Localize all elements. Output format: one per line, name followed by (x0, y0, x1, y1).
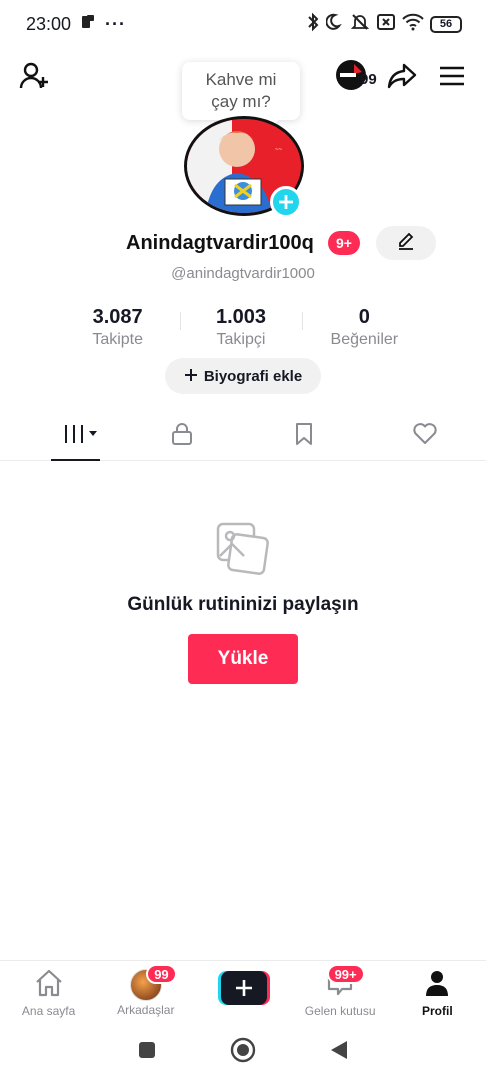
upload-button[interactable]: Yükle (188, 634, 298, 684)
svg-text:~~: ~~ (275, 147, 283, 153)
system-nav-bar (0, 1024, 486, 1080)
stat-value: 0 (358, 306, 370, 328)
add-bio-label: Biyografi ekle (203, 367, 303, 385)
wifi-icon (402, 13, 424, 36)
inbox-badge: 99+ (326, 964, 365, 984)
profile-handle: @anindagtvardir1000 (171, 265, 315, 282)
moon-icon (325, 13, 344, 36)
stat-divider (302, 312, 303, 330)
tab-private[interactable] (122, 413, 244, 460)
friends-badge: 99 (146, 964, 177, 984)
nav-home[interactable]: Ana sayfa (0, 961, 97, 1022)
notification-icon (81, 14, 95, 35)
empty-state-title: Günlük rutininizi paylaşın (127, 594, 359, 615)
stat-label: Beğeniler (330, 331, 399, 348)
mute-icon (350, 12, 370, 37)
tooltip-line-1: Kahve mi (205, 70, 277, 89)
stat-followers[interactable]: 1.003 Takipçi (179, 306, 302, 349)
profile-stats: 3.087 Takipte 1.003 Takipçi 0 Beğeniler (56, 306, 426, 349)
nav-home-label: Ana sayfa (21, 1004, 76, 1018)
profile-username: Anindagtvardir100q (126, 232, 314, 254)
share-icon[interactable] (386, 60, 418, 92)
plus-icon (184, 365, 198, 388)
nav-profile[interactable]: Profil (389, 961, 486, 1022)
pencil-icon (397, 232, 415, 255)
home-button[interactable] (230, 1037, 256, 1068)
tab-videos[interactable] (0, 413, 122, 461)
content-tabs (0, 413, 486, 461)
nav-inbox[interactable]: 99+ Gelen kutusu (292, 961, 389, 1022)
lock-icon (171, 422, 193, 451)
stat-divider (180, 312, 181, 330)
stat-label: Takipte (92, 331, 144, 348)
stat-following[interactable]: 3.087 Takipte (56, 306, 179, 349)
status-time: 23:00 (26, 13, 72, 34)
status-bar: 23:00 ··· 56 (0, 0, 486, 48)
stat-label: Takipçi (216, 331, 266, 348)
stat-value: 1.003 (215, 306, 267, 328)
tooltip-line-2: çay mı? (211, 92, 271, 111)
streak-widget[interactable]: 99 (336, 58, 380, 92)
nav-inbox-label: Gelen kutusu (304, 1004, 376, 1018)
tab-liked[interactable] (365, 413, 486, 460)
bottom-nav: Ana sayfa 99 Arkadaşlar 99+ Gelen kutusu… (0, 960, 486, 1022)
streak-count: 99 (360, 71, 377, 88)
edit-profile-button[interactable] (376, 226, 436, 260)
overflow-dots: ··· (105, 13, 127, 34)
battery-indicator: 56 (430, 15, 462, 33)
sim-off-icon (376, 13, 396, 36)
home-icon (34, 969, 64, 1002)
heart-icon (412, 422, 438, 451)
profile-icon (423, 969, 451, 1002)
stat-likes[interactable]: 0 Beğeniler (303, 306, 426, 349)
bluetooth-icon (306, 12, 320, 37)
nav-friends[interactable]: 99 Arkadaşlar (97, 961, 194, 1022)
menu-icon[interactable] (436, 62, 468, 90)
create-icon (217, 971, 270, 1005)
tab-saved[interactable] (243, 413, 365, 460)
add-bio-button[interactable]: Biyografi ekle (165, 358, 321, 394)
nav-friends-label: Arkadaşlar (117, 1003, 175, 1017)
grid-icon (62, 423, 102, 450)
stat-value: 3.087 (92, 306, 143, 328)
add-friend-icon[interactable] (18, 60, 50, 92)
nav-profile-label: Profil (422, 1004, 453, 1018)
add-avatar-button[interactable] (270, 186, 302, 218)
nav-create[interactable] (194, 961, 291, 1022)
back-button[interactable] (329, 1039, 349, 1066)
bookmark-icon (294, 422, 314, 451)
recents-button[interactable] (137, 1040, 157, 1065)
username-badge[interactable]: 9+ (328, 231, 360, 255)
photos-icon (214, 520, 270, 576)
tooltip-bubble: Kahve mi çay mı? (182, 62, 300, 120)
